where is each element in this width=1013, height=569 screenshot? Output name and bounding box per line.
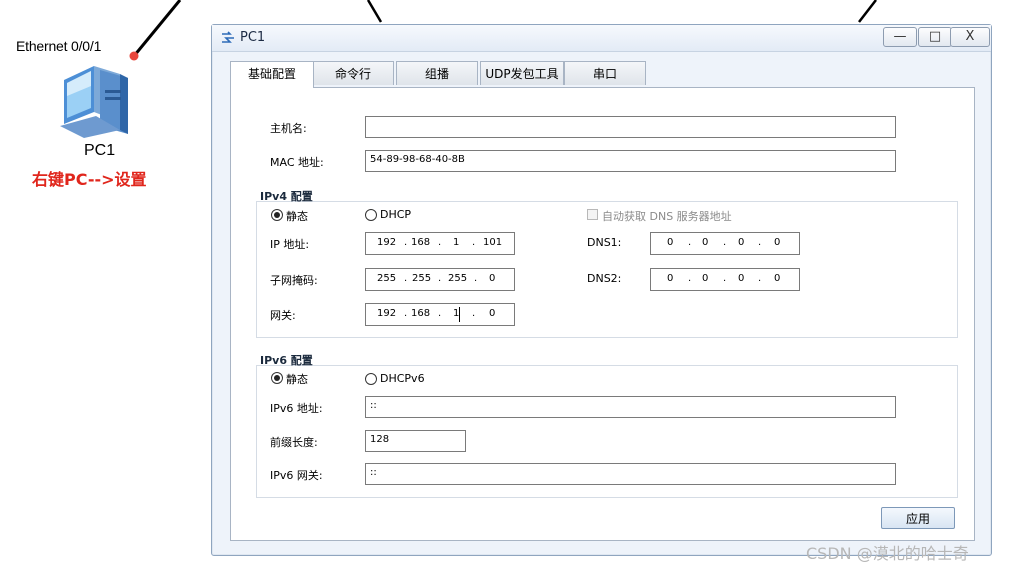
link-top-center bbox=[366, 0, 383, 23]
window-titlebar[interactable]: PC1 — □ X bbox=[212, 25, 991, 52]
ipv6-section-title: IPv6 配置 bbox=[260, 354, 313, 367]
ipv6-dhcpv6-label: DHCPv6 bbox=[380, 372, 425, 385]
dns2-octet-1: 0 bbox=[667, 273, 674, 284]
basic-config-panel: 主机名: MAC 地址: 54-89-98-68-40-8B IPv4 配置 静… bbox=[230, 87, 975, 541]
ip-dot-2: . bbox=[438, 237, 442, 248]
port-label: Ethernet 0/0/1 bbox=[16, 38, 102, 54]
gateway-dot-3: . bbox=[472, 308, 476, 319]
ip-dot-1: . bbox=[404, 237, 408, 248]
dns1-label: DNS1: bbox=[587, 236, 622, 249]
dns2-octet-4: 0 bbox=[774, 273, 781, 284]
window-title: PC1 bbox=[240, 30, 266, 45]
link-to-pc1 bbox=[132, 0, 182, 57]
tab-command-line[interactable]: 命令行 bbox=[312, 61, 394, 85]
ipv4-dhcp-radio[interactable] bbox=[365, 209, 377, 221]
gateway-octet-4: 0 bbox=[489, 308, 496, 319]
ipv4-static-label: 静态 bbox=[286, 210, 308, 223]
close-button[interactable]: X bbox=[950, 27, 990, 47]
dns1-octet-3: 0 bbox=[738, 237, 745, 248]
gateway-label: 网关: bbox=[270, 309, 296, 322]
hint-suffix: 设置 bbox=[114, 170, 147, 189]
mac-label: MAC 地址: bbox=[270, 156, 324, 169]
dns2-dot-1: . bbox=[688, 273, 692, 284]
tab-udp-tool[interactable]: UDP发包工具 bbox=[480, 61, 564, 85]
ip-address-label: IP 地址: bbox=[270, 238, 310, 251]
gateway-octet-1: 192 bbox=[377, 308, 397, 319]
hint-prefix: 右键 bbox=[32, 170, 65, 189]
annotation-hint: 右键PC-->设置 bbox=[32, 166, 147, 190]
dns1-input[interactable]: 0 . 0 . 0 . 0 bbox=[650, 232, 800, 255]
ipv6-dhcpv6-radio[interactable] bbox=[365, 373, 377, 385]
dns1-dot-3: . bbox=[758, 237, 762, 248]
gateway-dot-1: . bbox=[404, 308, 408, 319]
device-name-label: PC1 bbox=[84, 142, 116, 159]
auto-dns-checkbox[interactable] bbox=[587, 209, 598, 220]
tab-basic-config[interactable]: 基础配置 bbox=[230, 61, 314, 88]
ip-address-input[interactable]: 192 . 168 . 1 . 101 bbox=[365, 232, 515, 255]
mask-dot-2: . bbox=[438, 273, 442, 284]
subnet-mask-label: 子网掩码: bbox=[270, 274, 318, 287]
prefix-length-input[interactable]: 128 bbox=[365, 430, 466, 452]
auto-dns-label: 自动获取 DNS 服务器地址 bbox=[602, 210, 732, 223]
watermark: CSDN @漠北的哈士奇 bbox=[806, 544, 969, 563]
ipv4-static-radio[interactable] bbox=[271, 209, 283, 221]
tab-multicast[interactable]: 组播 bbox=[396, 61, 478, 85]
dns2-input[interactable]: 0 . 0 . 0 . 0 bbox=[650, 268, 800, 291]
ip-dot-3: . bbox=[472, 237, 476, 248]
ipv4-section-title: IPv4 配置 bbox=[260, 190, 313, 203]
ipv6-gateway-label: IPv6 网关: bbox=[270, 469, 323, 482]
mask-octet-4: 0 bbox=[489, 273, 496, 284]
gateway-dot-2: . bbox=[438, 308, 442, 319]
hostname-label: 主机名: bbox=[270, 122, 307, 135]
mask-dot-1: . bbox=[404, 273, 408, 284]
ip-octet-4: 101 bbox=[483, 237, 503, 248]
dns1-octet-4: 0 bbox=[774, 237, 781, 248]
dns2-octet-3: 0 bbox=[738, 273, 745, 284]
prefix-length-label: 前缀长度: bbox=[270, 436, 318, 449]
dns1-octet-2: 0 bbox=[702, 237, 709, 248]
text-cursor bbox=[459, 307, 460, 322]
gateway-input[interactable]: 192 . 168 . 1 . 0 bbox=[365, 303, 515, 326]
mac-address-field[interactable]: 54-89-98-68-40-8B bbox=[365, 150, 896, 172]
hint-bold: PC--> bbox=[64, 170, 115, 189]
ipv4-dhcp-label: DHCP bbox=[380, 208, 412, 221]
link-top-right bbox=[858, 0, 877, 23]
ipv6-address-input[interactable]: :: bbox=[365, 396, 896, 418]
pc-device-icon[interactable] bbox=[58, 60, 142, 138]
ipv6-static-label: 静态 bbox=[286, 373, 308, 386]
ipv6-address-label: IPv6 地址: bbox=[270, 402, 323, 415]
ip-octet-3: 1 bbox=[453, 237, 460, 248]
dns2-dot-3: . bbox=[758, 273, 762, 284]
ipv6-static-radio[interactable] bbox=[271, 372, 283, 384]
mask-octet-3: 255 bbox=[448, 273, 468, 284]
dns2-label: DNS2: bbox=[587, 272, 622, 285]
pc1-config-window: PC1 — □ X 基础配置 命令行 组播 UDP发包工具 串口 主机名: MA… bbox=[211, 24, 992, 556]
tab-serial[interactable]: 串口 bbox=[564, 61, 646, 85]
dns1-dot-2: . bbox=[723, 237, 727, 248]
dns1-dot-1: . bbox=[688, 237, 692, 248]
ip-octet-1: 192 bbox=[377, 237, 397, 248]
mask-octet-2: 255 bbox=[412, 273, 432, 284]
hostname-input[interactable] bbox=[365, 116, 896, 138]
dns2-dot-2: . bbox=[723, 273, 727, 284]
mask-octet-1: 255 bbox=[377, 273, 397, 284]
subnet-mask-input[interactable]: 255 . 255 . 255 . 0 bbox=[365, 268, 515, 291]
gateway-octet-2: 168 bbox=[411, 308, 431, 319]
ip-octet-2: 168 bbox=[411, 237, 431, 248]
dns2-octet-2: 0 bbox=[702, 273, 709, 284]
dns1-octet-1: 0 bbox=[667, 237, 674, 248]
maximize-button[interactable]: □ bbox=[918, 27, 952, 47]
ipv6-gateway-input[interactable]: :: bbox=[365, 463, 896, 485]
mask-dot-3: . bbox=[474, 273, 478, 284]
apply-button[interactable]: 应用 bbox=[881, 507, 955, 529]
minimize-button[interactable]: — bbox=[883, 27, 917, 47]
network-device-icon bbox=[222, 31, 234, 43]
